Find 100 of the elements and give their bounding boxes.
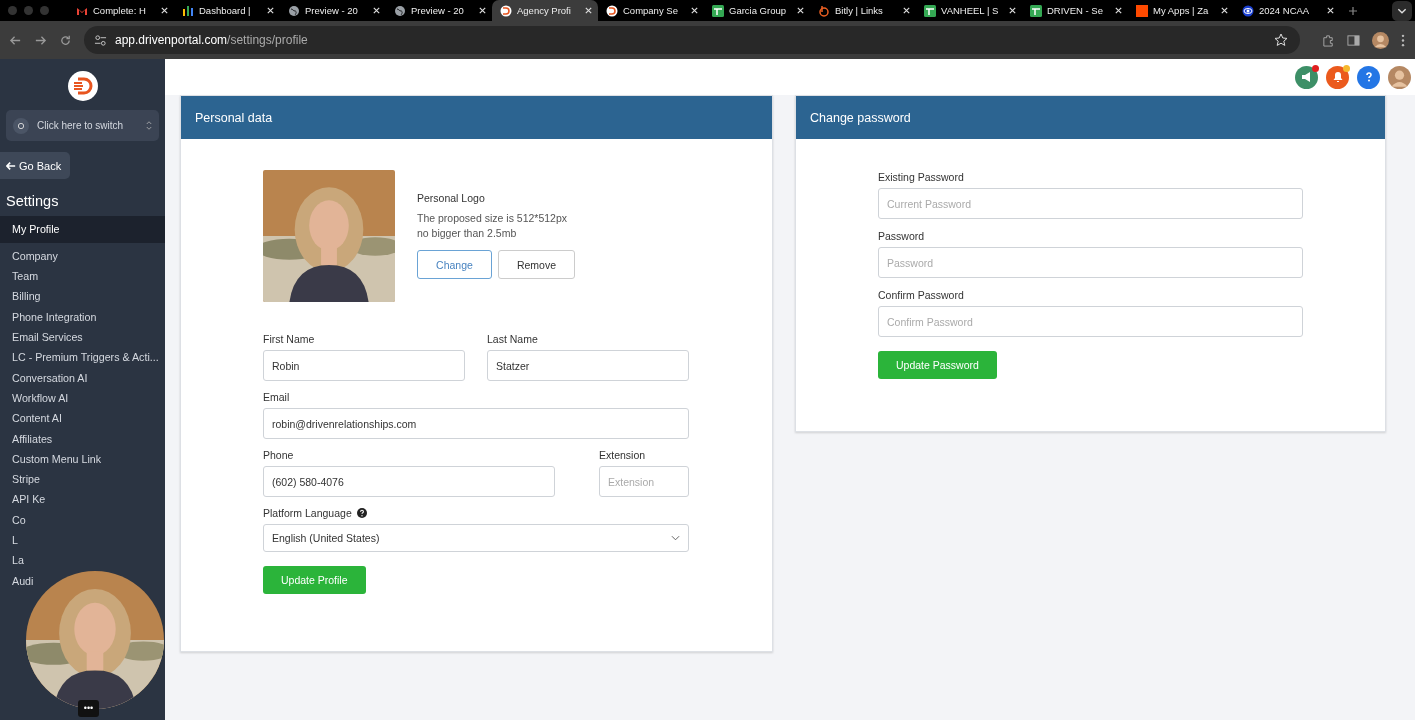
sidebar-item[interactable]: Stripe [0, 472, 43, 487]
input-field[interactable]: (602) 580-4076 [263, 466, 555, 497]
arrow-left-icon [6, 160, 16, 171]
notification-button[interactable] [1326, 65, 1349, 89]
star-icon[interactable] [1274, 33, 1288, 47]
video-menu-button[interactable]: ••• [78, 700, 99, 717]
logo-hint: no bigger than 2.5mb [417, 226, 518, 241]
close-icon[interactable] [1008, 6, 1017, 15]
sidebar-item[interactable]: LC - Premium Triggers & Acti... [0, 350, 162, 365]
browser-tab[interactable]: Agency Profi [492, 0, 598, 21]
field-label: Confirm Password [878, 289, 964, 301]
megaphone-icon [1300, 71, 1313, 83]
logo-icon [606, 4, 618, 17]
sidebar-item[interactable]: Affiliates [0, 431, 56, 446]
field-label: Extension [599, 449, 646, 461]
sidebar-item[interactable]: My Profile [0, 216, 165, 243]
logo-icon [500, 4, 512, 17]
change-button[interactable]: Change [417, 250, 492, 279]
browser-tab[interactable]: Complete: H [68, 0, 174, 21]
square-icon [1136, 4, 1148, 17]
profile-avatar[interactable] [1372, 31, 1389, 49]
sidebar-heading: Settings [6, 193, 60, 209]
remove-button[interactable]: Remove [498, 250, 575, 279]
switch-icon [13, 117, 29, 134]
close-icon[interactable] [690, 6, 699, 15]
browser-tab[interactable]: Company Se [598, 0, 704, 21]
spreadsheet-icon [1030, 4, 1042, 17]
close-icon[interactable] [160, 6, 169, 15]
logo-hint: The proposed size is 512*512px [417, 211, 568, 226]
close-icon[interactable] [584, 6, 593, 15]
browser-tab[interactable]: Preview - 20 [386, 0, 492, 21]
close-icon[interactable] [478, 6, 487, 15]
extensions-icon[interactable] [1322, 33, 1335, 47]
bitly-icon [818, 4, 830, 17]
browser-tab[interactable]: Garcia Group [704, 0, 810, 21]
spreadsheet-icon [712, 4, 724, 17]
browser-tab[interactable]: My Apps | Za [1128, 0, 1234, 21]
input-field[interactable]: robin@drivenrelationships.com [263, 408, 689, 439]
sidebar-item[interactable]: Conversation AI [0, 370, 91, 385]
sidebar-item[interactable]: La [0, 553, 27, 568]
site-settings-icon[interactable] [94, 33, 107, 47]
browser-tab[interactable]: VANHEEL | S [916, 0, 1022, 21]
input-field[interactable]: Extension [599, 466, 689, 497]
sidebar-item[interactable]: Phone Integration [0, 309, 100, 324]
close-icon[interactable] [266, 6, 275, 15]
close-icon[interactable] [1114, 6, 1123, 15]
sidebar-item[interactable]: API Ke [0, 492, 49, 507]
address-bar[interactable]: app.drivenportal.com/settings/profile [84, 26, 1300, 54]
input-field[interactable]: Statzer [487, 350, 689, 381]
sidebar-item[interactable]: Custom Menu Link [0, 451, 105, 466]
bar-chart-icon [182, 4, 194, 17]
field-label: Existing Password [878, 171, 964, 183]
field-label: Phone [263, 449, 294, 461]
help-button[interactable] [1357, 65, 1380, 89]
sidebar-item[interactable]: Company [0, 248, 61, 263]
browser-tab[interactable]: DRIVEN - Se [1022, 0, 1128, 21]
bell-icon [1331, 71, 1344, 83]
browser-tab[interactable]: Bitly | Links [810, 0, 916, 21]
close-icon[interactable] [902, 6, 911, 15]
browser-tab[interactable]: Dashboard | [174, 0, 280, 21]
user-avatar[interactable] [1388, 65, 1411, 89]
chevron-down-icon [671, 535, 680, 541]
sidebar-item[interactable]: Workflow AI [0, 390, 72, 405]
sidebar-item[interactable]: Team [0, 269, 42, 284]
sidebar-item[interactable]: Co [0, 512, 29, 527]
close-icon[interactable] [796, 6, 805, 15]
more-icon[interactable] [1401, 33, 1405, 47]
close-icon[interactable] [1220, 6, 1229, 15]
close-icon[interactable] [1326, 6, 1335, 15]
side-panel-icon[interactable] [1347, 33, 1360, 47]
announcement-button[interactable] [1295, 65, 1318, 89]
reload-icon[interactable] [59, 33, 72, 47]
sidebar-item[interactable]: L [0, 533, 21, 548]
close-icon[interactable] [372, 6, 381, 15]
chevron-down-icon[interactable] [1392, 0, 1412, 21]
password-field[interactable]: Confirm Password [878, 306, 1303, 337]
globe-icon [288, 4, 300, 17]
new-tab-icon[interactable] [1348, 5, 1358, 16]
sidebar-item[interactable]: Content AI [0, 411, 65, 426]
sort-icon [146, 120, 152, 131]
sidebar-item[interactable]: Billing [0, 289, 44, 304]
logo-title: Personal Logo [417, 192, 486, 204]
eye-logo-icon [1242, 4, 1254, 17]
language-select[interactable]: English (United States) [263, 524, 689, 552]
card-title: Change password [810, 110, 911, 125]
browser-tab[interactable]: Preview - 20 [280, 0, 386, 21]
account-switcher[interactable]: Click here to switch [6, 110, 159, 141]
password-field[interactable]: Password [878, 247, 1303, 278]
input-field[interactable]: Robin [263, 350, 465, 381]
sidebar-item[interactable]: Audi [0, 573, 37, 588]
password-field[interactable]: Current Password [878, 188, 1303, 219]
sidebar-item[interactable]: Email Services [0, 330, 86, 345]
browser-tab[interactable]: 2024 NCAA [1234, 0, 1340, 21]
logo-icon [67, 71, 98, 101]
go-back-button[interactable]: Go Back [0, 152, 70, 179]
help-icon [356, 508, 367, 518]
globe-icon [394, 4, 406, 17]
field-label: Password [878, 230, 925, 242]
field-label: Email [263, 391, 290, 403]
field-label: Platform Language [263, 507, 352, 519]
